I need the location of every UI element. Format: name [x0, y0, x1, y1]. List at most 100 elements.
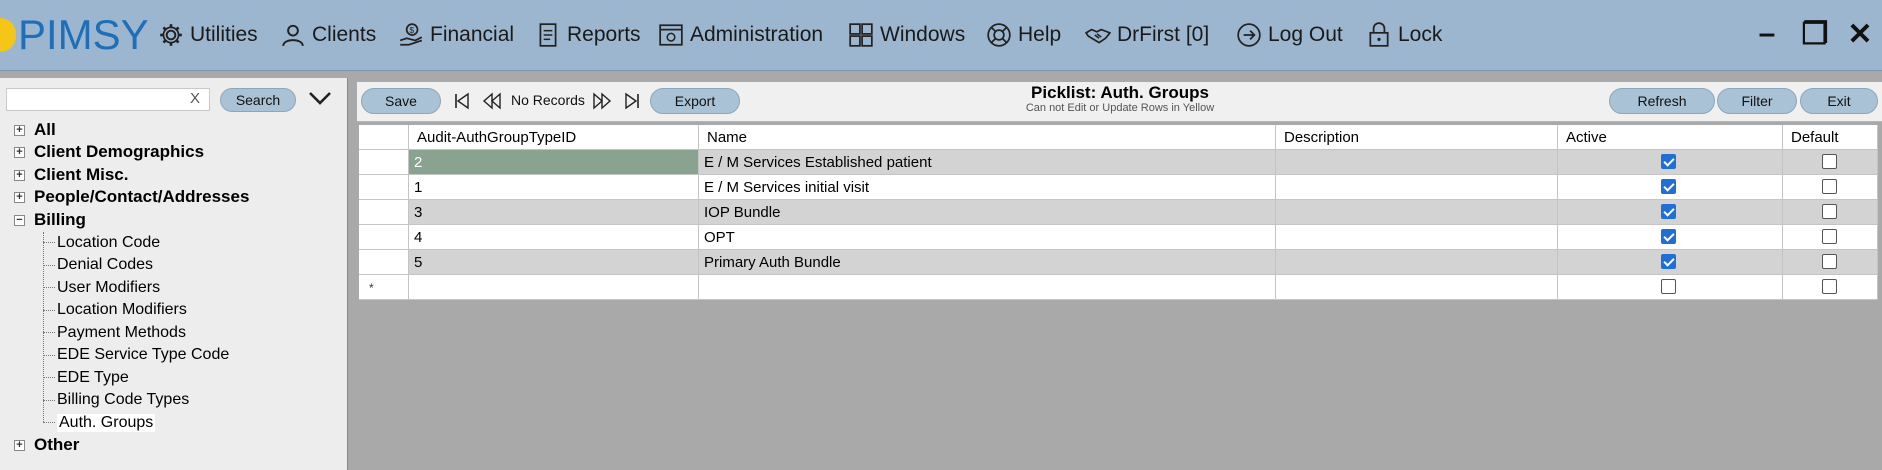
- name-cell[interactable]: Primary Auth Bundle: [699, 250, 1276, 275]
- restore-button[interactable]: ❐: [1800, 18, 1830, 51]
- active-checkbox[interactable]: [1661, 179, 1676, 194]
- logo-text: PIMSY: [18, 11, 149, 58]
- id-cell[interactable]: 3: [409, 200, 699, 225]
- active-checkbox[interactable]: [1661, 229, 1676, 244]
- row-selector[interactable]: [359, 150, 409, 175]
- active-checkbox[interactable]: [1661, 254, 1676, 269]
- description-cell[interactable]: [1276, 250, 1558, 275]
- tree-connector: [43, 287, 55, 288]
- column-header-default[interactable]: Default: [1783, 125, 1878, 150]
- export-button[interactable]: Export: [650, 88, 740, 114]
- default-checkbox[interactable]: [1822, 179, 1837, 194]
- id-cell[interactable]: 1: [409, 175, 699, 200]
- tree-connector: [43, 232, 44, 422]
- menu-help[interactable]: Help: [986, 17, 1061, 53]
- gear-icon: [160, 24, 182, 46]
- active-checkbox[interactable]: [1661, 154, 1676, 169]
- active-checkbox[interactable]: [1661, 279, 1676, 294]
- row-selector[interactable]: [359, 200, 409, 225]
- save-button[interactable]: Save: [361, 88, 441, 114]
- new-row-marker: *: [369, 281, 374, 295]
- previous-record-icon[interactable]: [482, 91, 502, 111]
- default-checkbox[interactable]: [1822, 279, 1837, 294]
- default-checkbox[interactable]: [1822, 154, 1837, 169]
- column-header-description[interactable]: Description: [1276, 125, 1558, 150]
- description-cell[interactable]: [1276, 200, 1558, 225]
- name-cell[interactable]: [699, 275, 1276, 300]
- tree-connector: [43, 377, 55, 378]
- description-cell[interactable]: [1276, 275, 1558, 300]
- active-checkbox[interactable]: [1661, 204, 1676, 219]
- name-cell[interactable]: OPT: [699, 225, 1276, 250]
- id-cell[interactable]: [409, 275, 699, 300]
- handshake-icon: [1085, 28, 1111, 44]
- search-clear-icon[interactable]: X: [190, 90, 200, 107]
- menu-utilities[interactable]: Utilities: [158, 17, 258, 53]
- minimize-icon: –: [1758, 17, 1776, 50]
- minimize-button[interactable]: –: [1752, 17, 1782, 50]
- tree-item-label: Auth. Groups: [57, 414, 156, 432]
- expand-icon[interactable]: +: [14, 147, 25, 158]
- description-cell[interactable]: [1276, 150, 1558, 175]
- refresh-button[interactable]: Refresh: [1609, 88, 1715, 114]
- first-record-icon[interactable]: [452, 91, 472, 111]
- report-icon: [539, 23, 557, 47]
- menu-administration[interactable]: Administration: [658, 17, 823, 53]
- default-cell: [1783, 200, 1878, 225]
- row-selector[interactable]: [359, 175, 409, 200]
- default-checkbox[interactable]: [1822, 229, 1837, 244]
- tree-item-label: User Modifiers: [57, 279, 161, 296]
- menu-clients[interactable]: Clients: [280, 17, 376, 53]
- id-cell[interactable]: 4: [409, 225, 699, 250]
- description-cell[interactable]: [1276, 225, 1558, 250]
- name-cell[interactable]: E / M Services initial visit: [699, 175, 1276, 200]
- lock-icon: [1369, 22, 1389, 47]
- name-cell[interactable]: IOP Bundle: [699, 200, 1276, 225]
- exit-button[interactable]: Exit: [1800, 88, 1878, 114]
- search-button[interactable]: Search: [220, 88, 296, 112]
- menu-label: Reports: [567, 23, 641, 46]
- id-cell[interactable]: 5: [409, 250, 699, 275]
- expand-icon[interactable]: +: [14, 192, 25, 203]
- next-record-icon[interactable]: [592, 91, 612, 111]
- menu-label: Lock: [1398, 23, 1443, 46]
- id-cell[interactable]: 2: [409, 150, 699, 175]
- menu-reports[interactable]: Reports: [535, 17, 641, 53]
- default-checkbox[interactable]: [1822, 254, 1837, 269]
- menu-drfirst[interactable]: DrFirst [0]: [1085, 17, 1209, 53]
- menu-financial[interactable]: $ Financial: [398, 17, 514, 53]
- tree-connector: [43, 332, 55, 333]
- last-record-icon[interactable]: [622, 91, 642, 111]
- record-status: No Records: [511, 92, 585, 108]
- filter-button[interactable]: Filter: [1717, 88, 1797, 114]
- money-hand-icon: $: [399, 23, 423, 46]
- description-cell[interactable]: [1276, 175, 1558, 200]
- menu-windows[interactable]: Windows: [848, 17, 965, 53]
- column-header-name[interactable]: Name: [699, 125, 1276, 150]
- tree-item-label: Location Modifiers: [57, 301, 187, 318]
- row-selector[interactable]: [359, 225, 409, 250]
- expand-icon[interactable]: +: [14, 170, 25, 181]
- collapse-icon[interactable]: −: [14, 215, 25, 226]
- row-selector[interactable]: *: [359, 275, 409, 300]
- column-header-active[interactable]: Active: [1558, 125, 1783, 150]
- close-button[interactable]: ✕: [1845, 18, 1875, 51]
- active-cell: [1558, 250, 1783, 275]
- tree-item-label: Location Code: [57, 234, 161, 251]
- expand-icon[interactable]: +: [14, 440, 25, 451]
- tree-connector: [43, 310, 55, 311]
- row-selector[interactable]: [359, 250, 409, 275]
- name-cell[interactable]: E / M Services Established patient: [699, 150, 1276, 175]
- active-cell: [1558, 200, 1783, 225]
- menu-label: Administration: [690, 23, 824, 46]
- default-cell: [1783, 275, 1878, 300]
- logo-mark-icon: [0, 18, 16, 52]
- chevron-down-icon[interactable]: [306, 85, 334, 111]
- default-checkbox[interactable]: [1822, 204, 1837, 219]
- menu-lock[interactable]: Lock: [1366, 17, 1442, 53]
- menu-logout[interactable]: Log Out: [1236, 17, 1343, 53]
- column-header-id[interactable]: Audit-AuthGroupTypeID: [409, 125, 699, 150]
- menu-label: Clients: [312, 23, 377, 46]
- expand-icon[interactable]: +: [14, 125, 25, 136]
- search-input[interactable]: [6, 88, 210, 111]
